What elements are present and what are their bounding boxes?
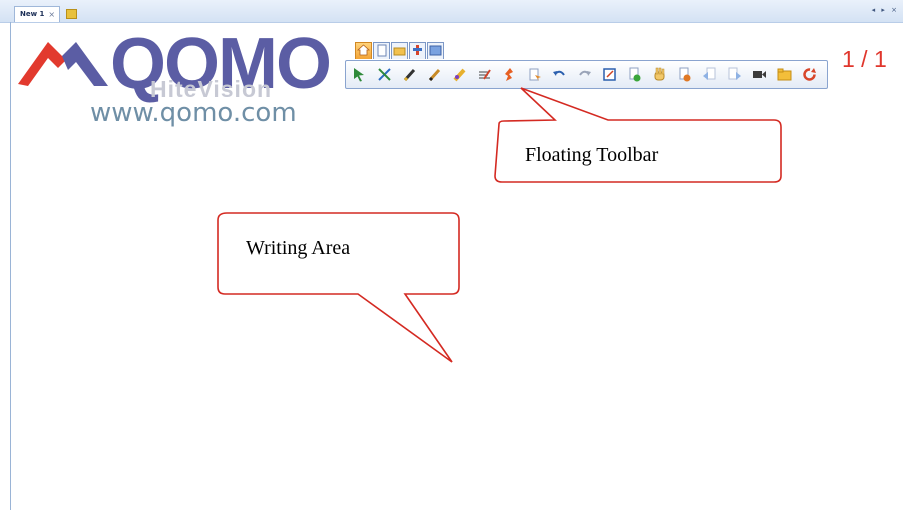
settings-tab-icon[interactable]	[427, 42, 444, 59]
close-tab-icon[interactable]: ×	[48, 7, 55, 22]
qomo-logo: QOMO HiteVision www.qomo.com	[18, 24, 348, 138]
toolbar-callout-bubble	[494, 87, 782, 183]
select-arrow-icon[interactable]	[351, 67, 367, 83]
brush-icon[interactable]	[426, 67, 442, 83]
qomo-chevron-mark-icon	[18, 42, 108, 86]
text-recognition-icon[interactable]	[476, 67, 492, 83]
pen-icon[interactable]	[401, 67, 417, 83]
logo-url: www.qomo.com	[90, 98, 297, 128]
folder-tab-icon[interactable]	[391, 42, 408, 59]
writing-area-callout-label: Writing Area	[246, 237, 351, 259]
page-indicator: 1 / 1	[842, 46, 887, 72]
tools-tab-icon[interactable]	[409, 42, 426, 59]
select-cross-icon[interactable]	[376, 67, 392, 83]
document-tab-label: New 1	[20, 10, 45, 18]
page-delete-icon[interactable]	[676, 67, 692, 83]
eraser-icon[interactable]	[526, 67, 542, 83]
next-page-icon[interactable]	[726, 67, 742, 83]
page-tab-icon[interactable]	[373, 42, 390, 59]
home-tab-icon[interactable]	[355, 42, 372, 59]
writing-area-callout-bubble	[217, 212, 460, 363]
highlighter-icon[interactable]	[451, 67, 467, 83]
video-record-icon[interactable]	[751, 67, 767, 83]
toolbar-tab-row	[355, 42, 445, 62]
document-tab[interactable]: New 1 ×	[14, 6, 61, 22]
previous-page-icon[interactable]	[701, 67, 717, 83]
floating-toolbar[interactable]	[345, 60, 828, 89]
screen-capture-icon[interactable]	[601, 67, 617, 83]
floating-toolbar-callout-label: Floating Toolbar	[525, 144, 659, 166]
hand-roam-icon[interactable]	[651, 67, 667, 83]
magic-pen-icon[interactable]	[501, 67, 517, 83]
refresh-icon[interactable]	[801, 67, 817, 83]
writing-area-left-border	[10, 22, 11, 510]
redo-icon[interactable]	[576, 67, 592, 83]
open-folder-icon[interactable]	[776, 67, 792, 83]
new-page-icon[interactable]	[626, 67, 642, 83]
tab-navigation-controls[interactable]: ◂ ▸ ×	[872, 6, 899, 14]
new-tab-folder-icon[interactable]	[66, 9, 77, 19]
undo-icon[interactable]	[551, 67, 567, 83]
